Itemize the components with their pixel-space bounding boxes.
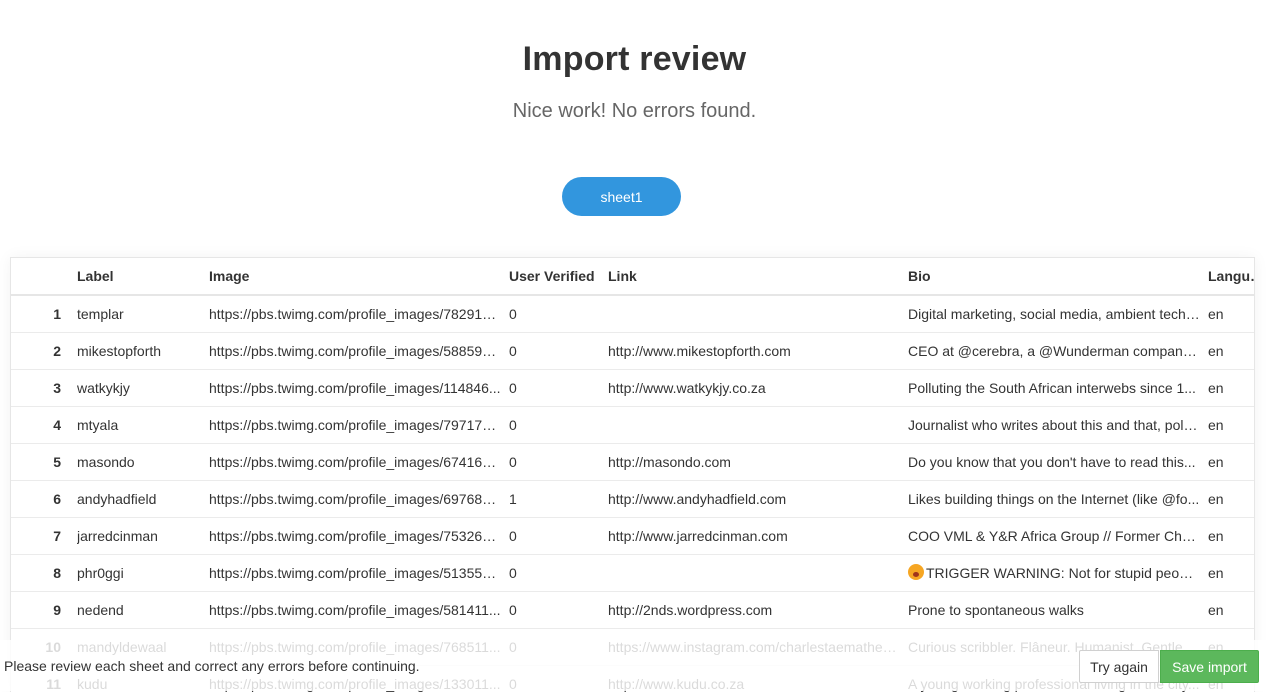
cell-image[interactable]: https://pbs.twimg.com/profile_images/797… <box>209 406 509 443</box>
cell-image[interactable]: https://pbs.twimg.com/profile_images/114… <box>209 369 509 406</box>
cell-bio[interactable]: Journalist who writes about this and tha… <box>908 406 1208 443</box>
cell-user-verified[interactable]: 0 <box>509 332 608 369</box>
row-index: 6 <box>53 490 61 507</box>
cell-label[interactable]: andyhadfield <box>77 480 209 517</box>
cell-label[interactable]: mtyala <box>77 406 209 443</box>
row-index: 8 <box>53 564 61 581</box>
footer-message: Please review each sheet and correct any… <box>4 658 420 674</box>
cell-link[interactable]: http://www.mikestopforth.com <box>608 332 908 369</box>
cell-bio[interactable]: TRIGGER WARNING: Not for stupid people..… <box>908 554 1208 591</box>
cell-bio[interactable]: CEO at @cerebra, a @Wunderman company. .… <box>908 332 1208 369</box>
cell-language[interactable]: en <box>1208 406 1254 443</box>
row-index: 5 <box>53 453 61 470</box>
cell-bio[interactable]: COO VML & Y&R Africa Group // Former Cha… <box>908 517 1208 554</box>
cell-link[interactable] <box>608 406 908 443</box>
cell-label[interactable]: jarredcinman <box>77 517 209 554</box>
cell-bio[interactable]: Prone to spontaneous walks <box>908 591 1208 628</box>
cell-image[interactable]: https://pbs.twimg.com/profile_images/513… <box>209 554 509 591</box>
table-row: 5 masondo https://pbs.twimg.com/profile_im… <box>11 443 1254 480</box>
table-row: 4 mtyala https://pbs.twimg.com/profile_ima… <box>11 406 1254 443</box>
sheet-tab[interactable]: sheet1 <box>562 177 681 216</box>
cell-language[interactable]: en <box>1208 369 1254 406</box>
cell-label[interactable]: templar <box>77 295 209 332</box>
cell-label[interactable]: watkykjy <box>77 369 209 406</box>
cell-link[interactable]: http://www.andyhadfield.com <box>608 480 908 517</box>
cell-label[interactable]: phr0ggi <box>77 554 209 591</box>
astonished-face-icon <box>908 564 924 580</box>
header-link[interactable]: Link <box>608 258 908 296</box>
table-row: 6 andyhadfield https://pbs.twimg.com/profi… <box>11 480 1254 517</box>
cell-user-verified[interactable]: 0 <box>509 591 608 628</box>
row-index: 7 <box>53 527 61 544</box>
cell-label[interactable]: nedend <box>77 591 209 628</box>
cell-user-verified[interactable]: 0 <box>509 554 608 591</box>
review-table: Label Image User Verified Link Bio Langu… <box>10 257 1255 692</box>
header-image[interactable]: Image <box>209 258 509 296</box>
cell-user-verified[interactable]: 0 <box>509 295 608 332</box>
header-language[interactable]: Language <box>1208 258 1254 296</box>
table-row: 2 mikestopforth https://pbs.twimg.com/prof… <box>11 332 1254 369</box>
header-bio[interactable]: Bio <box>908 258 1208 296</box>
cell-image[interactable]: https://pbs.twimg.com/profile_images/753… <box>209 517 509 554</box>
table-row: 8 phr0ggi https://pbs.twimg.com/profile_im… <box>11 554 1254 591</box>
cell-bio[interactable]: Likes building things on the Internet (l… <box>908 480 1208 517</box>
footer-bar: Please review each sheet and correct any… <box>0 640 1269 691</box>
cell-bio[interactable]: Polluting the South African interwebs si… <box>908 369 1208 406</box>
table-header-row: Label Image User Verified Link Bio Langu… <box>11 258 1254 296</box>
cell-link[interactable] <box>608 554 908 591</box>
cell-language[interactable]: en <box>1208 517 1254 554</box>
cell-label[interactable]: mikestopforth <box>77 332 209 369</box>
cell-language[interactable]: en <box>1208 332 1254 369</box>
cell-user-verified[interactable]: 0 <box>509 369 608 406</box>
cell-language[interactable]: en <box>1208 295 1254 332</box>
cell-link[interactable] <box>608 295 908 332</box>
cell-image[interactable]: https://pbs.twimg.com/profile_images/588… <box>209 332 509 369</box>
cell-link[interactable]: http://www.watkykjy.co.za <box>608 369 908 406</box>
page-title: Import review <box>522 40 747 78</box>
table-row: 1 templar https://pbs.twimg.com/profile_im… <box>11 295 1254 332</box>
row-index: 2 <box>53 342 61 359</box>
cell-language[interactable]: en <box>1208 554 1254 591</box>
cell-link[interactable]: http://masondo.com <box>608 443 908 480</box>
cell-bio[interactable]: Do you know that you don't have to read … <box>908 443 1208 480</box>
table-row: 9 nedend https://pbs.twimg.com/profile_ima… <box>11 591 1254 628</box>
cell-language[interactable]: en <box>1208 443 1254 480</box>
row-index: 9 <box>53 601 61 618</box>
header-user-verified[interactable]: User Verified <box>509 258 608 296</box>
save-import-button[interactable]: Save import <box>1160 650 1259 683</box>
cell-user-verified[interactable]: 0 <box>509 406 608 443</box>
page-subtitle: Nice work! No errors found. <box>512 100 757 122</box>
cell-image[interactable]: https://pbs.twimg.com/profile_images/674… <box>209 443 509 480</box>
cell-language[interactable]: en <box>1208 480 1254 517</box>
cell-image[interactable]: https://pbs.twimg.com/profile_images/697… <box>209 480 509 517</box>
cell-label[interactable]: masondo <box>77 443 209 480</box>
row-index: 3 <box>53 379 61 396</box>
cell-image[interactable]: https://pbs.twimg.com/profile_images/782… <box>209 295 509 332</box>
cell-bio[interactable]: Digital marketing, social media, ambient… <box>908 295 1208 332</box>
table-row: 3 watkykjy https://pbs.twimg.com/profile_i… <box>11 369 1254 406</box>
header-label[interactable]: Label <box>77 258 209 296</box>
cell-user-verified[interactable]: 0 <box>509 517 608 554</box>
cell-link[interactable]: http://www.jarredcinman.com <box>608 517 908 554</box>
cell-user-verified[interactable]: 0 <box>509 443 608 480</box>
cell-image[interactable]: https://pbs.twimg.com/profile_images/581… <box>209 591 509 628</box>
cell-link[interactable]: http://2nds.wordpress.com <box>608 591 908 628</box>
try-again-button[interactable]: Try again <box>1079 650 1159 683</box>
row-index: 1 <box>53 305 61 322</box>
cell-language[interactable]: en <box>1208 591 1254 628</box>
cell-user-verified[interactable]: 1 <box>509 480 608 517</box>
cell-bio-text: TRIGGER WARNING: Not for stupid people..… <box>926 565 1208 581</box>
header-index <box>11 258 77 296</box>
table-row: 7 jarredcinman https://pbs.twimg.com/profi… <box>11 517 1254 554</box>
row-index: 4 <box>53 416 61 433</box>
